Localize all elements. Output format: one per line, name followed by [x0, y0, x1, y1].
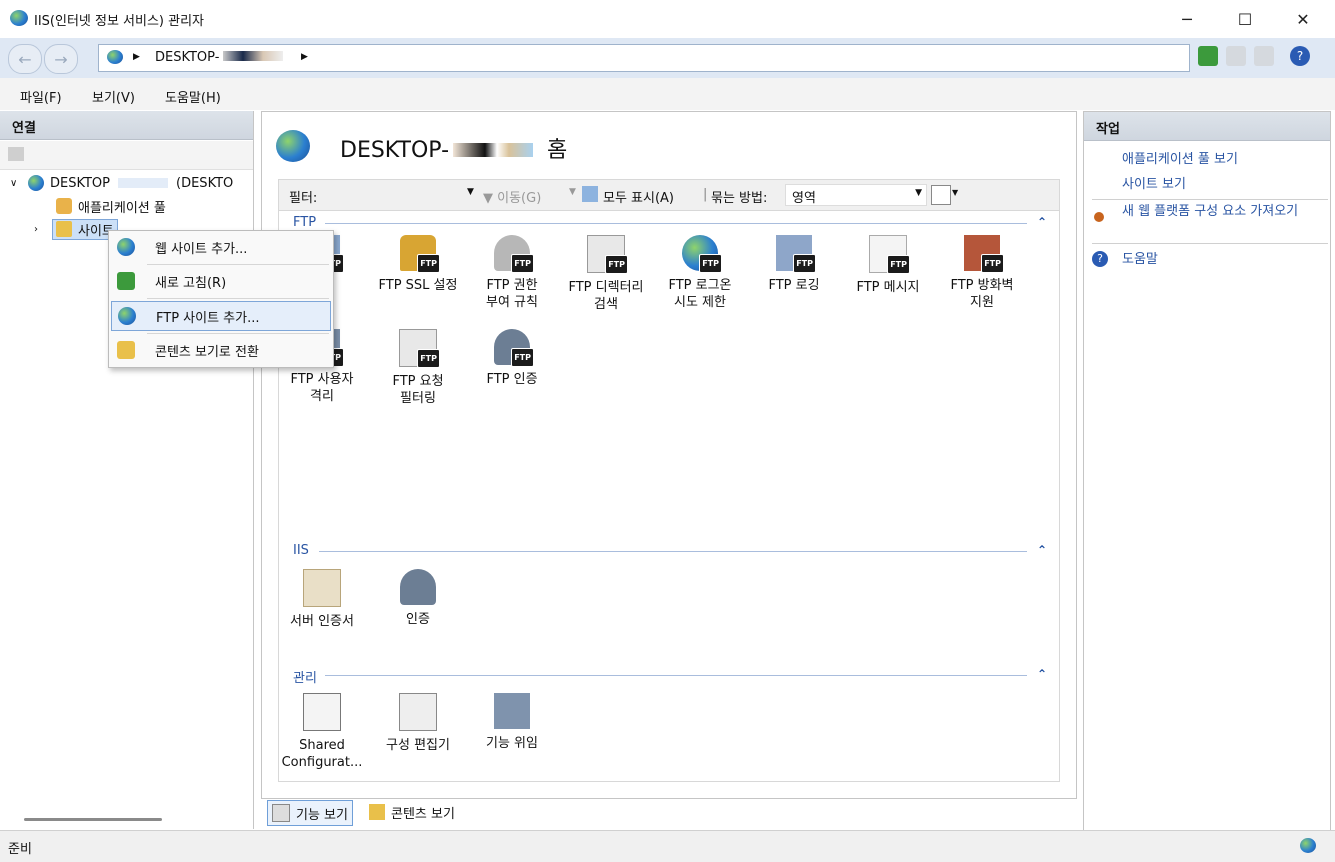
status-text: 준비 — [8, 842, 32, 857]
menu-item-add-ftp-site[interactable]: FTP 사이트 추가... — [111, 301, 331, 331]
feature-ftp-ssl[interactable]: FTP FTP SSL 설정 — [375, 235, 461, 294]
iis-app-icon — [10, 10, 28, 26]
menu-item-add-website[interactable]: 웹 사이트 추가... — [111, 233, 329, 261]
breadcrumb-arrow-icon[interactable]: ▶ — [301, 52, 308, 62]
feature-ftp-firewall[interactable]: FTP FTP 방화벽 지원 — [939, 235, 1025, 311]
refresh-icon — [117, 272, 135, 290]
horizontal-scrollbar[interactable] — [24, 818, 162, 821]
action-view-sites[interactable]: 사이트 보기 — [1122, 177, 1186, 193]
features-view-button[interactable]: 기능 보기 — [267, 800, 353, 826]
actions-header: 작업 — [1084, 112, 1330, 141]
title-bar: IIS(인터넷 정보 서비스) 관리자 ─ ☐ ✕ — [0, 0, 1335, 39]
filter-input[interactable] — [329, 184, 475, 204]
menu-help[interactable]: 도움말(H) — [165, 87, 221, 106]
tree-node-server[interactable]: ∨ DESKTOP (DESKTO — [10, 173, 233, 193]
action-get-platform-components[interactable]: 새 웹 플랫폼 구성 요소 가져오기 — [1122, 204, 1322, 220]
feature-server-certificates[interactable]: 서버 인증서 — [279, 569, 365, 630]
connections-toolbar — [0, 141, 253, 170]
actions-title: 작업 — [1096, 122, 1120, 137]
up-level-icon[interactable] — [8, 147, 24, 161]
action-view-app-pools[interactable]: 애플리케이션 풀 보기 — [1122, 152, 1238, 168]
add-website-icon — [117, 238, 135, 256]
feature-ftp-directory-browsing[interactable]: FTP FTP 디렉터리 검색 — [563, 235, 649, 313]
content-view-icon — [369, 804, 385, 820]
minimize-button[interactable]: ─ — [1158, 0, 1216, 38]
refresh-icon[interactable] — [1198, 46, 1218, 66]
platform-icon — [1094, 212, 1104, 222]
group-by-select[interactable]: 영역 ▼ — [785, 184, 927, 206]
feature-ftp-request-filtering[interactable]: FTP FTP 요청 필터링 — [375, 329, 461, 407]
show-all-icon — [582, 186, 598, 202]
tree-node-app-pools[interactable]: 애플리케이션 풀 — [56, 196, 166, 216]
context-menu: 웹 사이트 추가... 새로 고침(R) FTP 사이트 추가... 콘텐츠 보… — [108, 230, 334, 368]
sites-folder-icon — [56, 221, 72, 237]
maximize-button[interactable]: ☐ — [1216, 0, 1274, 38]
app-pools-label: 애플리케이션 풀 — [78, 200, 166, 216]
feature-panel: DESKTOP- 홈 필터: ▼ ▼ 이동(G) ▼ 모두 표시(A) | 묶는 … — [261, 111, 1077, 799]
feature-list: FTP ⌃ FTP 주소인... FTP FTP SSL 설정 FTP FTP … — [278, 210, 1060, 782]
home-icon[interactable] — [1254, 46, 1274, 66]
content-view-icon — [117, 341, 135, 359]
group-by-label: 묶는 방법: — [711, 191, 768, 206]
collapse-chevron-icon[interactable]: ∨ — [10, 178, 28, 189]
feature-ftp-logging[interactable]: FTP FTP 로깅 — [751, 235, 837, 294]
group-header-management[interactable]: 관리 — [293, 667, 317, 686]
menu-view[interactable]: 보기(V) — [92, 87, 135, 106]
window-title: IIS(인터넷 정보 서비스) 관리자 — [34, 14, 205, 29]
status-bar: 준비 — [0, 830, 1335, 862]
dropdown-icon[interactable]: ▼ — [467, 187, 474, 197]
server-icon — [28, 175, 44, 191]
address-box[interactable]: ▶ DESKTOP- ▶ — [98, 44, 1190, 72]
collapse-ftp-icon[interactable]: ⌃ — [1037, 215, 1047, 229]
menu-bar: 파일(F) 보기(V) 도움말(H) — [0, 78, 1335, 110]
server-icon — [107, 50, 123, 64]
breadcrumb-server[interactable]: DESKTOP- — [155, 50, 284, 65]
actions-panel: 작업 애플리케이션 풀 보기 사이트 보기 새 웹 플랫폼 구성 요소 가져오기… — [1083, 111, 1331, 831]
help-icon[interactable]: ? — [1290, 46, 1310, 66]
collapse-management-icon[interactable]: ⌃ — [1037, 667, 1047, 681]
feature-shared-configuration[interactable]: Shared Configurat... — [279, 693, 365, 771]
feature-ftp-authentication[interactable]: FTP FTP 인증 — [469, 329, 555, 388]
app-pool-icon — [56, 198, 72, 214]
feature-ftp-logon-attempt[interactable]: FTP FTP 로그온 시도 제한 — [657, 235, 743, 311]
page-title: DESKTOP- 홈 — [340, 138, 568, 163]
collapse-iis-icon[interactable]: ⌃ — [1037, 543, 1047, 557]
address-bar: ← → ▶ DESKTOP- ▶ ? — [0, 38, 1335, 78]
breadcrumb-arrow-icon[interactable]: ▶ — [133, 52, 140, 62]
menu-item-switch-content-view[interactable]: 콘텐츠 보기로 전환 — [111, 336, 329, 364]
view-switcher: 기능 보기 콘텐츠 보기 — [261, 798, 1075, 828]
feature-ftp-authorization[interactable]: FTP FTP 권한 부여 규칙 — [469, 235, 555, 311]
help-icon: ? — [1092, 251, 1108, 267]
view-mode-icon[interactable] — [931, 185, 951, 205]
action-help[interactable]: 도움말 — [1122, 252, 1158, 268]
connections-header: 연결 — [0, 111, 253, 140]
feature-delegation[interactable]: 기능 위임 — [469, 693, 555, 752]
server-large-icon — [276, 130, 310, 162]
server-label-suffix: (DESKTO — [176, 175, 234, 191]
feature-ftp-messages[interactable]: FTP FTP 메시지 — [845, 235, 931, 296]
features-view-icon — [272, 804, 290, 822]
menu-item-refresh[interactable]: 새로 고침(R) — [111, 267, 329, 295]
tree-node-sites[interactable]: › 사이트 — [34, 218, 118, 240]
connections-panel: 연결 ∨ DESKTOP (DESKTO 애플리케이션 풀 › 사이트 — [0, 111, 254, 829]
close-button[interactable]: ✕ — [1274, 0, 1332, 38]
expand-chevron-icon[interactable]: › — [34, 224, 52, 235]
connections-title: 연결 — [12, 121, 36, 136]
back-button[interactable]: ← — [8, 44, 42, 74]
server-label: DESKTOP — [50, 175, 111, 191]
menu-file[interactable]: 파일(F) — [20, 87, 62, 106]
forward-button[interactable]: → — [44, 44, 78, 74]
filter-label: 필터: — [289, 191, 318, 206]
stop-icon[interactable] — [1226, 46, 1246, 66]
content-view-button[interactable]: 콘텐츠 보기 — [365, 800, 459, 824]
status-server-icon — [1300, 838, 1316, 853]
go-button[interactable]: ▼ 이동(G) — [483, 187, 541, 206]
feature-configuration-editor[interactable]: 구성 편집기 — [375, 693, 461, 754]
group-header-iis[interactable]: IIS — [293, 543, 309, 561]
add-ftp-site-icon — [118, 307, 136, 325]
filter-bar: 필터: ▼ ▼ 이동(G) ▼ 모두 표시(A) | 묶는 방법: 영역 ▼ ▼ — [278, 179, 1060, 211]
show-all-button[interactable]: 모두 표시(A) — [603, 187, 674, 206]
feature-authentication[interactable]: 인증 — [375, 569, 461, 628]
feature-header: DESKTOP- 홈 — [262, 112, 1076, 178]
